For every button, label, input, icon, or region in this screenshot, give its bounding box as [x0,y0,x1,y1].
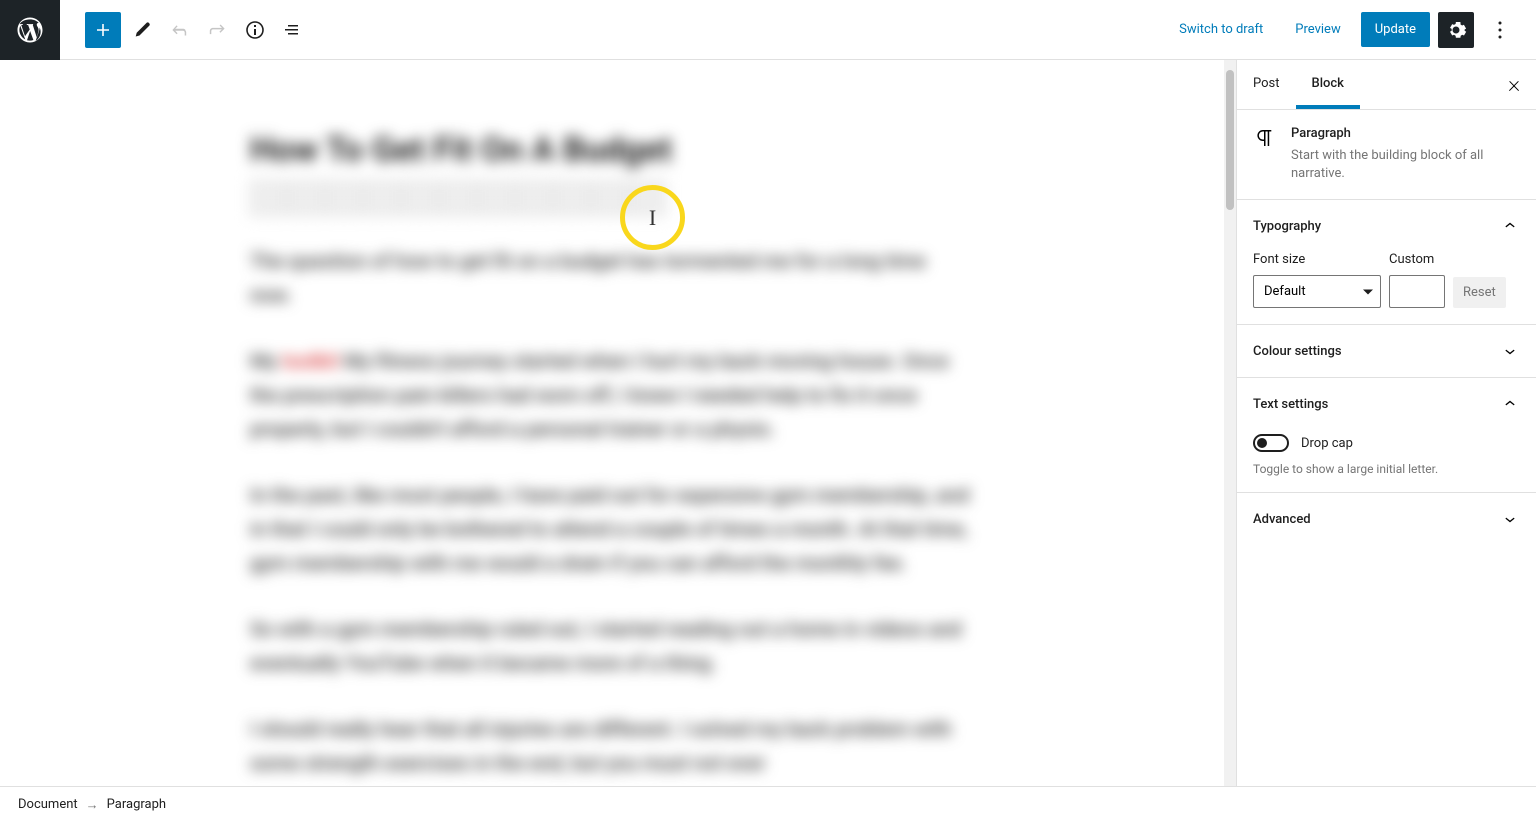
text-settings-panel: Text settings Drop cap Toggle to show a … [1237,377,1536,492]
settings-toggle-button[interactable] [1438,12,1474,48]
switch-to-draft-button[interactable]: Switch to draft [1167,12,1275,47]
more-options-button[interactable] [1482,12,1518,48]
main-area: How To Get Fit On A Budget The question … [0,60,1536,786]
close-icon [1506,78,1522,94]
plus-icon [91,18,115,42]
breadcrumb-separator: → [86,797,99,813]
advanced-panel: Advanced [1237,492,1536,545]
paragraph-3: In the past, like most people, I have pa… [250,478,970,580]
list-icon [281,18,305,42]
wordpress-icon [15,15,45,45]
custom-size-label: Custom [1389,252,1445,267]
info-icon [243,18,267,42]
breadcrumb-root[interactable]: Document [18,797,78,812]
typography-title: Typography [1253,219,1321,234]
preview-button[interactable]: Preview [1283,12,1352,47]
undo-icon [167,18,191,42]
pencil-icon [129,18,153,42]
advanced-title: Advanced [1253,512,1311,527]
toolbar-left [0,0,311,59]
info-button[interactable] [237,12,273,48]
advanced-panel-header[interactable]: Advanced [1237,493,1536,545]
sidebar-tabs: Post Block [1237,60,1536,110]
paragraph-5: I should really hear that all injuries a… [250,712,970,780]
redo-button[interactable] [199,12,235,48]
outline-button[interactable] [275,12,311,48]
settings-sidebar: Post Block Paragraph Start with the buil… [1236,60,1536,786]
update-button[interactable]: Update [1361,12,1430,47]
chevron-up-icon [1500,394,1520,414]
add-block-button[interactable] [85,12,121,48]
paragraph-2: My toolkit My fitness journey started wh… [250,344,970,446]
toolbar-right: Switch to draft Preview Update [1167,12,1536,48]
block-name: Paragraph [1291,126,1520,141]
typography-panel-header[interactable]: Typography [1237,200,1536,252]
redo-icon [205,18,229,42]
text-settings-title: Text settings [1253,397,1328,412]
typography-panel: Typography Font size Default Custom [1237,199,1536,324]
breadcrumb: Document → Paragraph [0,786,1536,822]
drop-cap-toggle[interactable] [1253,434,1289,452]
edit-mode-button[interactable] [123,12,159,48]
chevron-up-icon [1500,216,1520,236]
gear-icon [1444,18,1468,42]
chevron-down-icon [1500,341,1520,361]
reset-button[interactable]: Reset [1453,277,1506,308]
chevron-down-icon [1500,509,1520,529]
close-sidebar-button[interactable] [1502,74,1526,98]
paragraph-1: The question of how to get fit on a budg… [250,244,970,312]
font-size-select[interactable]: Default [1253,275,1381,308]
scrollbar-thumb[interactable] [1226,70,1234,210]
breadcrumb-current[interactable]: Paragraph [107,797,166,812]
drop-cap-label: Drop cap [1301,436,1353,451]
editor-scrollbar[interactable] [1224,60,1236,786]
custom-size-input[interactable] [1389,275,1445,308]
block-toolbar-blurred [250,180,1106,216]
post-title: How To Get Fit On A Budget [250,130,1106,170]
colour-panel: Colour settings [1237,324,1536,377]
wordpress-logo[interactable] [0,0,60,60]
block-info-header: Paragraph Start with the building block … [1237,110,1536,199]
paragraph-icon [1253,126,1277,150]
top-toolbar: Switch to draft Preview Update [0,0,1536,60]
text-settings-panel-header[interactable]: Text settings [1237,378,1536,430]
drop-cap-help: Toggle to show a large initial letter. [1237,462,1536,492]
editor-canvas[interactable]: How To Get Fit On A Budget The question … [0,60,1236,786]
tab-block[interactable]: Block [1296,60,1360,109]
blurred-document-content: How To Get Fit On A Budget The question … [0,60,1236,786]
undo-button[interactable] [161,12,197,48]
colour-title: Colour settings [1253,344,1342,359]
font-size-label: Font size [1253,252,1381,267]
tab-post[interactable]: Post [1237,60,1296,109]
paragraph-4: So with a gym membership ruled out, I st… [250,612,970,680]
colour-panel-header[interactable]: Colour settings [1237,325,1536,377]
vertical-dots-icon [1488,18,1512,42]
block-description: Start with the building block of all nar… [1291,147,1520,183]
